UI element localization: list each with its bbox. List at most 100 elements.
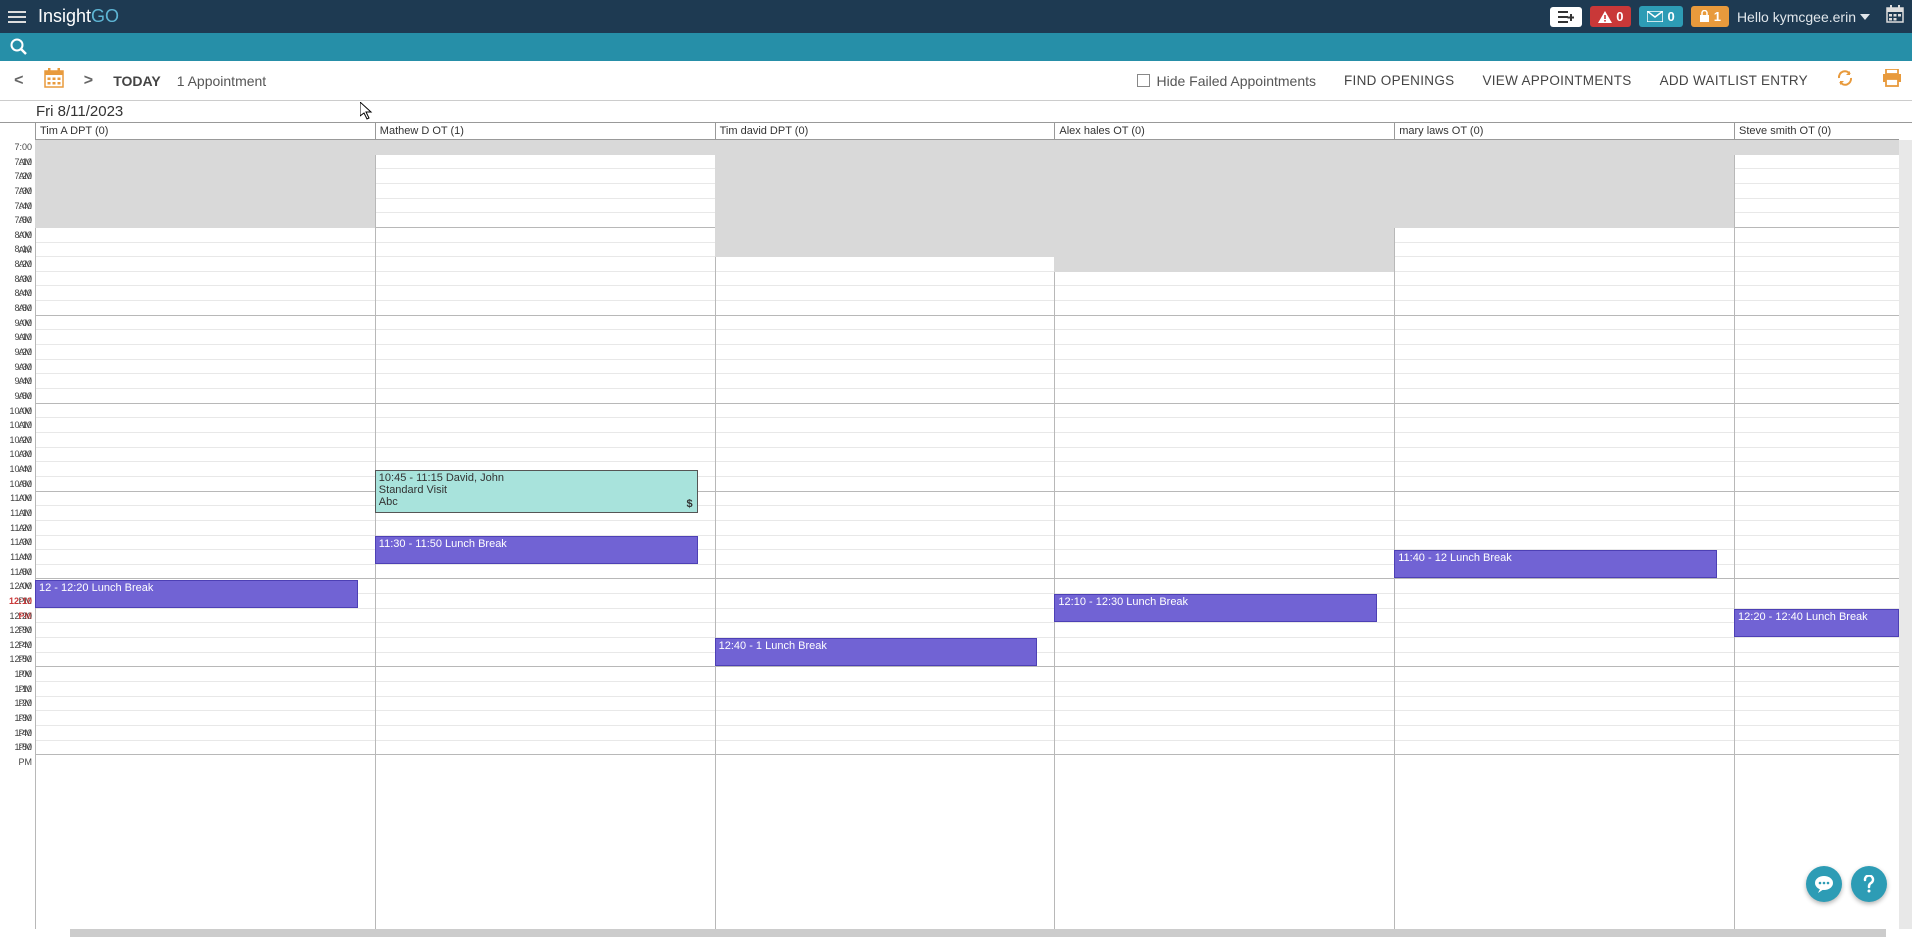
resource-column-divider [715,140,716,929]
grid-row[interactable] [35,609,1899,624]
grid-row[interactable] [35,667,1899,682]
grid-row[interactable] [35,433,1899,448]
lunch-break-block[interactable]: 12:10 - 12:30 Lunch Break [1054,594,1377,622]
view-appointments-button[interactable]: VIEW APPOINTMENTS [1482,73,1631,88]
appointment-block[interactable]: 10:45 - 11:15 David, JohnStandard VisitA… [375,470,698,513]
user-greeting-text: Hello kymcgee.erin [1737,9,1856,25]
grid-row[interactable] [35,301,1899,316]
time-label: 7:50 AM [0,213,35,228]
lunch-break-block[interactable]: 11:30 - 11:50 Lunch Break [375,536,698,564]
lunch-break-block[interactable]: 11:40 - 12 Lunch Break [1394,550,1717,578]
grid-row[interactable] [35,623,1899,638]
grid-row[interactable] [35,418,1899,433]
grid-row[interactable] [35,448,1899,463]
grid-row[interactable] [35,360,1899,375]
logo-text-prefix: Insight [38,6,91,27]
next-day-button[interactable]: > [80,72,98,90]
time-label: 9:00 AM [0,316,35,331]
resource-header[interactable]: Mathew D OT (1) [375,123,715,140]
mail-badge[interactable]: 0 [1639,6,1682,27]
time-label: 8:30 AM [0,272,35,287]
grid-row[interactable] [35,316,1899,331]
grid-row[interactable] [35,345,1899,360]
print-button[interactable] [1882,69,1902,92]
grid-row[interactable] [35,272,1899,287]
hide-failed-label: Hide Failed Appointments [1156,73,1316,89]
time-label: 8:50 AM [0,301,35,316]
resource-column-divider [35,140,36,929]
current-date-label: Fri 8/11/2023 [0,101,1912,123]
time-label: 9:10 AM [0,330,35,345]
unavailable-block [1054,140,1394,272]
resource-header[interactable]: Alex hales OT (0) [1054,123,1394,140]
chat-button[interactable] [1806,866,1842,902]
grid-row[interactable] [35,711,1899,726]
grid-row[interactable] [35,462,1899,477]
app-logo[interactable]: InsightGO [38,6,119,27]
grid-row[interactable] [35,682,1899,697]
time-label: 7:30 AM [0,184,35,199]
grid-row[interactable] [35,477,1899,492]
time-label: 12:40 PM [0,638,35,653]
appointment-count-label: 1 Appointment [177,73,267,89]
grid-row[interactable] [35,257,1899,272]
appt-line1: 11:30 - 11:50 Lunch Break [379,538,694,550]
tasks-badge[interactable]: 1 [1691,6,1729,27]
resource-header-row: Tim A DPT (0)Mathew D OT (1)Tim david DP… [35,123,1899,140]
grid-row[interactable] [35,404,1899,419]
unavailable-block [375,140,715,155]
grid-row[interactable] [35,374,1899,389]
appt-line1: 10:45 - 11:15 David, John [379,472,694,484]
envelope-icon [1647,11,1663,22]
grid-row[interactable] [35,506,1899,521]
resource-column-divider [1394,140,1395,929]
lunch-break-block[interactable]: 12:40 - 1 Lunch Break [715,638,1038,666]
today-button[interactable]: TODAY [113,73,160,89]
grid-row[interactable] [35,389,1899,404]
horizontal-scrollbar[interactable] [70,929,1886,937]
grid-row[interactable] [35,741,1899,756]
time-label: 11:00 AM [0,491,35,506]
alerts-count: 0 [1616,9,1623,24]
search-bar[interactable] [0,33,1912,61]
resource-header[interactable]: mary laws OT (0) [1394,123,1734,140]
find-openings-button[interactable]: FIND OPENINGS [1344,73,1454,88]
date-picker-icon[interactable] [44,68,64,93]
resource-header[interactable]: Tim A DPT (0) [35,123,375,140]
hamburger-menu-icon[interactable] [8,8,28,26]
resource-header[interactable]: Steve smith OT (0) [1734,123,1899,140]
calendar-toolbar: < > TODAY 1 Appointment Hide Failed Appo… [0,61,1912,101]
appt-line1: 11:40 - 12 Lunch Break [1398,552,1713,564]
unavailable-block [1394,140,1734,228]
grid-row[interactable] [35,287,1899,302]
alerts-badge[interactable]: 0 [1590,6,1631,27]
add-waitlist-button[interactable]: ADD WAITLIST ENTRY [1660,73,1808,88]
help-button[interactable] [1851,866,1887,902]
grid-row[interactable] [35,697,1899,712]
grid-area[interactable]: 10:45 - 11:15 David, JohnStandard VisitA… [35,140,1899,937]
grid-row[interactable] [35,521,1899,536]
grid-row[interactable] [35,726,1899,741]
resource-header[interactable]: Tim david DPT (0) [715,123,1055,140]
refresh-button[interactable] [1836,69,1854,92]
lunch-break-block[interactable]: 12:20 - 12:40 Lunch Break [1734,609,1899,637]
help-icon [1863,875,1875,893]
time-label: 12:50 PM [0,652,35,667]
grid-row[interactable] [35,536,1899,551]
grid-row[interactable] [35,492,1899,507]
time-label: 11:30 AM [0,535,35,550]
time-label: 7:20 AM [0,169,35,184]
hide-failed-checkbox[interactable]: Hide Failed Appointments [1137,73,1316,89]
grid-row[interactable] [35,330,1899,345]
appt-line1: 12:20 - 12:40 Lunch Break [1738,611,1895,623]
vertical-scrollbar[interactable] [1899,140,1912,929]
lunch-break-block[interactable]: 12 - 12:20 Lunch Break [35,580,358,608]
time-label: 11:40 AM [0,550,35,565]
time-label: 1:40 PM [0,726,35,741]
time-label: 1:20 PM [0,696,35,711]
calendar-topbar-icon[interactable] [1886,5,1904,28]
user-menu[interactable]: Hello kymcgee.erin [1737,9,1870,25]
appt-line1: 12:40 - 1 Lunch Break [719,640,1034,652]
new-item-button[interactable] [1550,7,1582,27]
prev-day-button[interactable]: < [10,72,28,90]
